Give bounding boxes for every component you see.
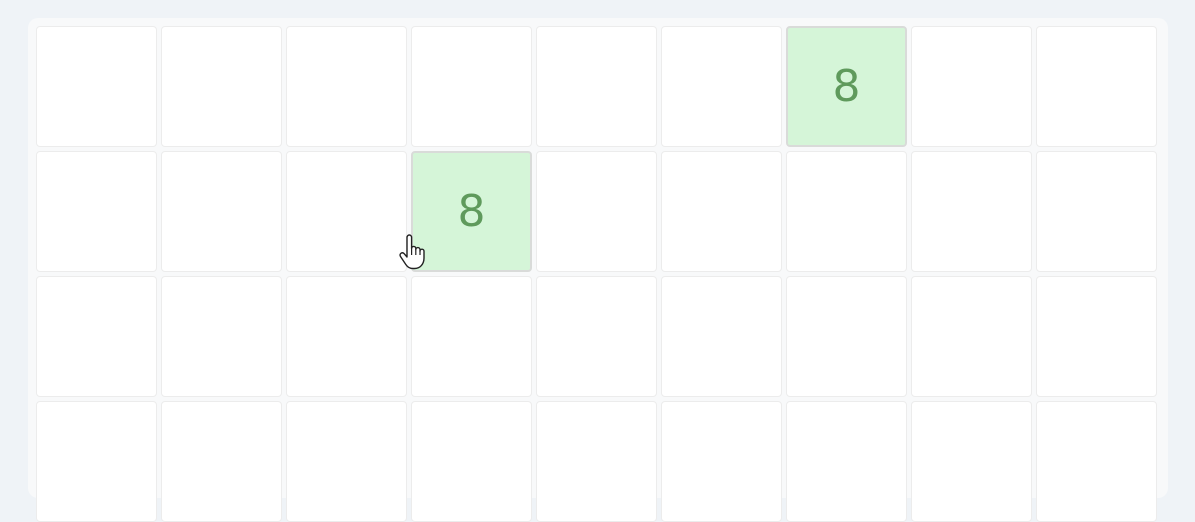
hidden-cell[interactable]	[1036, 26, 1157, 147]
hidden-cell[interactable]	[411, 401, 532, 522]
hidden-cell[interactable]	[536, 151, 657, 272]
hidden-cell[interactable]	[161, 151, 282, 272]
hidden-cell[interactable]	[286, 401, 407, 522]
hidden-cell[interactable]	[536, 26, 657, 147]
hidden-cell[interactable]	[36, 151, 157, 272]
hidden-cell[interactable]	[411, 276, 532, 397]
hidden-cell[interactable]	[661, 151, 782, 272]
hidden-cell[interactable]	[661, 26, 782, 147]
hidden-cell[interactable]	[1036, 151, 1157, 272]
hidden-cell[interactable]	[411, 26, 532, 147]
hidden-cell[interactable]	[786, 151, 907, 272]
hidden-cell[interactable]	[911, 276, 1032, 397]
hidden-cell[interactable]	[911, 401, 1032, 522]
hidden-cell[interactable]	[286, 276, 407, 397]
hidden-cell[interactable]	[36, 276, 157, 397]
hidden-cell[interactable]	[661, 276, 782, 397]
hidden-cell[interactable]	[1036, 401, 1157, 522]
hidden-cell[interactable]	[36, 26, 157, 147]
hidden-cell[interactable]	[286, 26, 407, 147]
hidden-cell[interactable]	[36, 401, 157, 522]
hidden-cell[interactable]	[536, 276, 657, 397]
hidden-cell[interactable]	[536, 401, 657, 522]
cell-grid: 88	[36, 26, 1160, 522]
hidden-cell[interactable]	[786, 276, 907, 397]
hidden-cell[interactable]	[1036, 276, 1157, 397]
hidden-cell[interactable]	[161, 276, 282, 397]
hidden-cell[interactable]	[786, 401, 907, 522]
hidden-cell[interactable]	[661, 401, 782, 522]
hidden-cell[interactable]	[161, 401, 282, 522]
hidden-cell[interactable]	[161, 26, 282, 147]
game-board: 88	[28, 18, 1168, 522]
hidden-cell[interactable]	[911, 26, 1032, 147]
hidden-cell[interactable]	[911, 151, 1032, 272]
revealed-cell[interactable]: 8	[786, 26, 907, 147]
revealed-cell[interactable]: 8	[411, 151, 532, 272]
hidden-cell[interactable]	[286, 151, 407, 272]
